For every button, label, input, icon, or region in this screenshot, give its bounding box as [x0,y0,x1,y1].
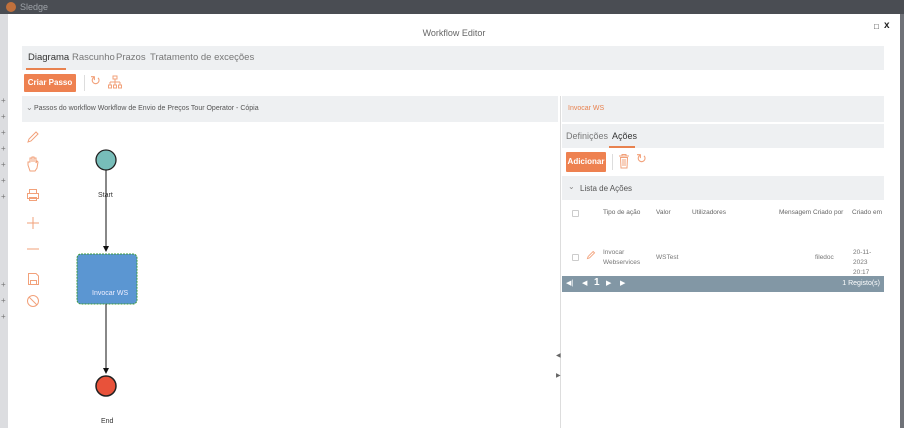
table-pager: ◀​| ◀ 1 ▶ ▶ 1 Registo(s) [562,276,884,292]
diagram-toolbar: Criar Passo ↻ [22,72,884,94]
select-all-checkbox[interactable] [572,210,579,217]
first-page-button[interactable]: ◀​| [566,279,573,287]
row-checkbox[interactable] [572,254,579,261]
workflow-diagram [76,149,138,397]
step-name: Invocar WS [568,105,605,112]
cell-tipo: Invocar Webservices [603,249,641,266]
step-details-panel: Invocar WS Definições Ações Adicionar ↻ … [562,96,884,428]
modal-title: Workflow Editor [422,28,486,38]
cell-criado-em: 20-11-2023 20:17 [853,249,872,276]
close-button[interactable]: x [884,20,890,31]
current-page[interactable]: 1 [594,277,600,288]
expand-icon: + [1,96,6,105]
tab-diagrama[interactable]: Diagrama [28,52,69,63]
task-label: Invocar WS [92,290,129,297]
column-header-mensagem[interactable]: Mensagem [779,209,811,216]
column-header-tipo[interactable]: Tipo de ação [603,209,640,216]
start-label: Start [98,192,113,199]
expand-icon: + [1,128,6,137]
edit-icon[interactable] [586,250,596,260]
hierarchy-icon[interactable] [108,75,122,91]
actions-list-header[interactable]: ⌄ Lista de Ações [562,176,884,200]
column-header-criado-por[interactable]: Criado por [813,209,843,216]
toolbar-separator [612,154,613,170]
create-step-button[interactable]: Criar Passo [24,74,76,92]
expand-icon: + [1,296,6,305]
app-top-bar: Sledge [0,0,904,14]
toolbar-separator [84,75,85,91]
chevron-down-icon[interactable]: ⌄ [568,182,575,191]
active-tab-indicator [609,146,635,148]
main-tabs: Diagrama Rascunho Prazos Tratamento de e… [22,46,884,70]
tab-prazos[interactable]: Prazos [116,52,146,63]
workflow-editor-modal: Workflow Editor □ x Diagrama Rascunho Pr… [8,14,900,428]
step-details-header: Invocar WS [562,96,884,122]
add-action-button[interactable]: Adicionar [566,152,606,172]
collapse-right-icon[interactable]: ▶ [556,372,561,379]
background-left-strip: + + + + + + + + + + [0,14,8,428]
expand-icon: + [1,160,6,169]
app-logo [6,2,16,12]
tab-definicoes[interactable]: Definições [566,131,608,141]
column-header-criado-em[interactable]: Criado em [852,209,882,216]
trash-icon[interactable] [618,153,630,169]
refresh-icon[interactable]: ↻ [90,73,101,89]
next-page-button[interactable]: ▶ [606,279,611,287]
cell-criado-por: filedoc [815,254,834,261]
last-page-button[interactable]: ▶ [620,279,625,287]
column-header-utilizadores[interactable]: Utilizadores [692,209,726,216]
active-tab-indicator [26,68,66,70]
refresh-icon[interactable]: ↻ [636,151,647,167]
column-header-valor[interactable]: Valor [656,209,671,216]
actions-list-title: Lista de Ações [580,184,633,193]
workflow-steps-panel: ⌄ Passos do workflow Workflow de Envio d… [22,96,558,428]
expand-icon: + [1,280,6,289]
start-node[interactable] [95,149,117,171]
prev-page-button[interactable]: ◀ [582,279,587,287]
end-label: End [101,418,114,425]
end-node[interactable] [95,375,117,397]
tab-acoes[interactable]: Ações [612,131,637,141]
maximize-icon[interactable]: □ [874,22,879,31]
collapse-left-icon[interactable]: ◀ [556,352,561,359]
tab-tratamento-excecoes[interactable]: Tratamento de exceções [150,52,254,63]
expand-icon: + [1,312,6,321]
expand-icon: + [1,112,6,121]
tab-rascunho[interactable]: Rascunho [72,52,115,63]
expand-icon: + [1,192,6,201]
expand-icon: + [1,176,6,185]
step-details-tabs: Definições Ações [562,124,884,148]
app-brand: Sledge [20,2,49,12]
cell-valor: WSTest [656,254,679,261]
record-count: 1 Registo(s) [842,280,880,287]
expand-icon: + [1,144,6,153]
arrow-head [103,368,109,374]
arrow-head [103,246,109,252]
